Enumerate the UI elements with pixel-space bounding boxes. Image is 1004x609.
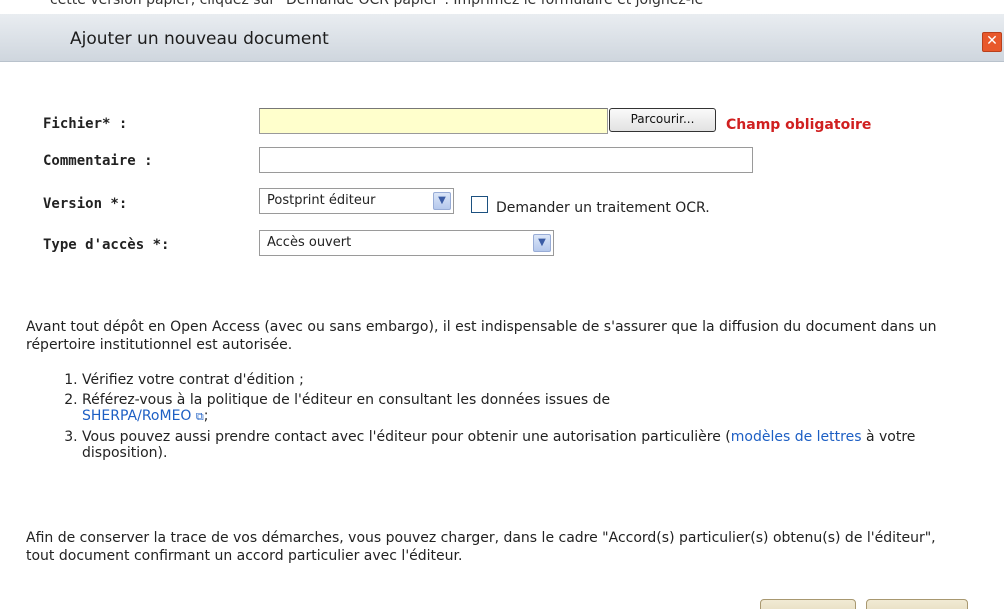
list-item: Référez-vous à la politique de l'éditeur… [82,392,952,425]
open-access-intro: Avant tout dépôt en Open Access (avec ou… [26,319,937,353]
version-selected-value: Postprint éditeur [267,193,376,208]
chevron-down-icon: ▼ [533,234,551,252]
dialog-title: Ajouter un nouveau document [70,29,329,49]
file-label: Fichier* : [43,116,128,132]
access-type-select[interactable]: Accès ouvert ▼ [259,230,554,256]
close-icon: ✕ [986,33,998,49]
chevron-down-icon: ▼ [433,192,451,210]
sherpa-romeo-link[interactable]: SHERPA/RoMEO [82,408,191,424]
version-label: Version *: [43,196,128,212]
letter-templates-link[interactable]: modèles de lettres [731,429,862,445]
comment-label: Commentaire : [43,153,153,169]
steps-list: Vérifiez votre contrat d'édition ; Référ… [52,372,952,465]
comment-input[interactable] [259,147,753,173]
outro-paragraph: Afin de conserver la trace de vos démarc… [26,530,936,564]
list-item: Vérifiez votre contrat d'édition ; [82,372,952,388]
background-page-text: cette version papier, cliquez sur "Deman… [0,0,1004,14]
cancel-button[interactable]: Annuler [866,599,968,609]
ocr-checkbox-label: Demander un traitement OCR. [496,200,710,216]
add-button[interactable]: Ajouter [760,599,856,609]
access-type-label: Type d'accès *: [43,237,170,253]
access-type-selected-value: Accès ouvert [267,235,352,250]
external-link-icon: ⧉ [195,410,204,423]
list-item: Vous pouvez aussi prendre contact avec l… [82,429,952,461]
ocr-checkbox[interactable] [471,196,488,213]
version-select[interactable]: Postprint éditeur ▼ [259,188,454,214]
required-field-message: Champ obligatoire [726,117,872,133]
close-button[interactable]: ✕ [982,32,1002,52]
file-input[interactable] [259,108,608,134]
browse-button[interactable]: Parcourir... [609,108,716,132]
dialog-titlebar: Ajouter un nouveau document ✕ [0,14,1004,62]
